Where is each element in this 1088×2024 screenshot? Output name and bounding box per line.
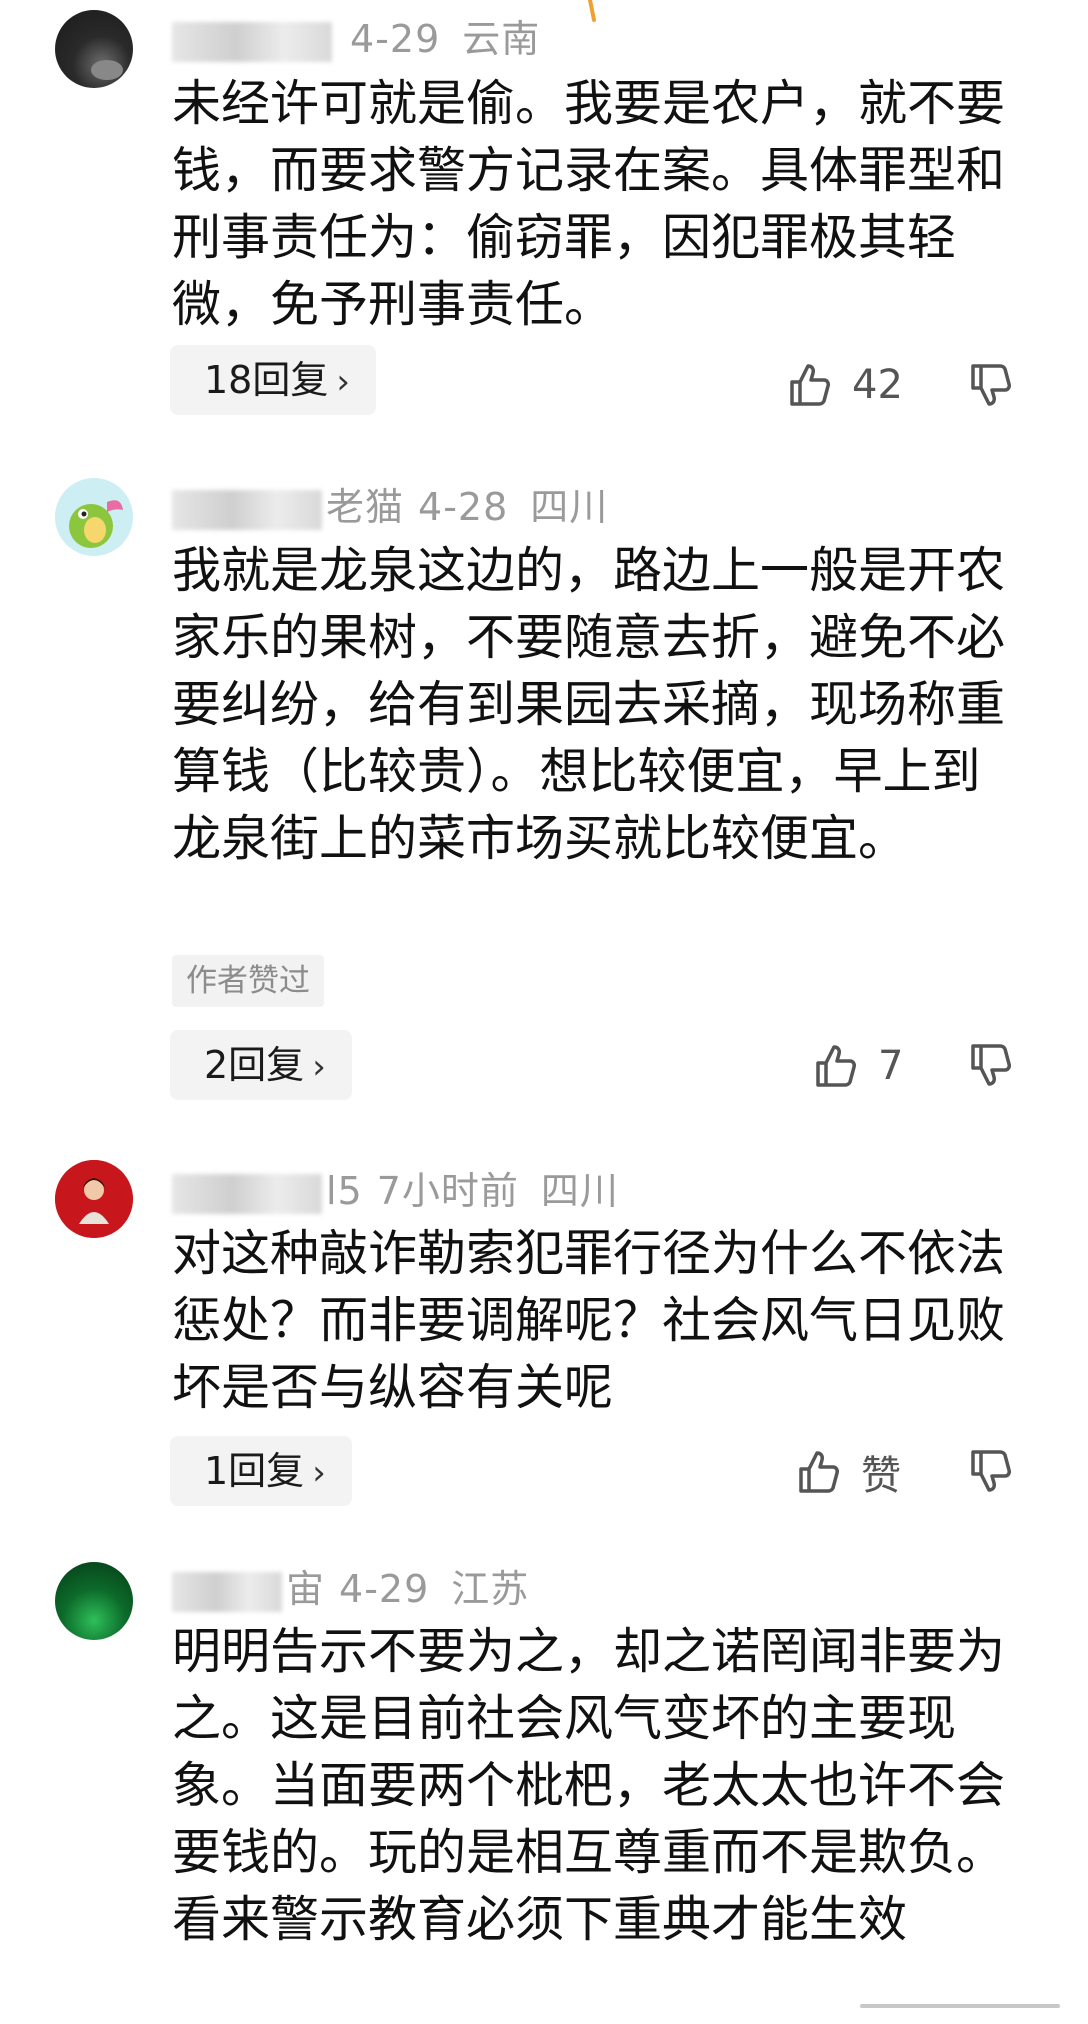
comment-region: 云南 [462, 17, 541, 61]
username-blur [172, 1571, 282, 1612]
reply-label: 18回复 [204, 358, 329, 402]
like-button[interactable]: 7 [810, 1036, 903, 1096]
like-button[interactable]: 42 [784, 355, 903, 415]
thumbs-down-icon [971, 364, 1011, 406]
comment-text: 我就是龙泉这边的，路边上一般是开农家乐的果树，不要随意去折，避免不必要纠纷，给有… [172, 542, 1006, 867]
chevron-right-icon: › [312, 1047, 326, 1087]
avatar[interactable] [55, 1562, 133, 1640]
comment-region: 四川 [530, 485, 609, 529]
thumbs-up-icon [799, 1451, 839, 1493]
like-count: 42 [852, 362, 903, 408]
avatar[interactable] [55, 478, 133, 556]
like-label: 赞 [861, 1453, 901, 1499]
username-blur [172, 489, 322, 530]
username[interactable]: l5 [326, 1169, 363, 1213]
like-count: 7 [878, 1043, 904, 1089]
comment-text: 未经许可就是偷。我要是农户，就不要钱，而要求警方记录在案。具体罪型和刑事责任为：… [172, 75, 1006, 333]
reply-button[interactable]: 18回复 › [170, 345, 376, 415]
thumbs-down-icon [971, 1450, 1011, 1492]
comment-text: 对这种敲诈勒索犯罪行径为什么不依法惩处？而非要调解呢？社会风气日见败坏是否与纵容… [172, 1225, 1006, 1416]
comment-meta: l5 7小时前 四川 [172, 1160, 641, 1215]
comment-region: 四川 [540, 1169, 619, 1213]
dislike-button[interactable] [965, 1446, 1015, 1496]
chevron-right-icon: › [312, 1453, 326, 1493]
username-blur [172, 1173, 322, 1214]
username[interactable]: 宙 [286, 1567, 325, 1611]
reply-button[interactable]: 1回复 › [170, 1436, 352, 1506]
avatar[interactable] [55, 1160, 133, 1238]
username[interactable]: 老猫 [326, 485, 404, 529]
reply-label: 2回复 [204, 1043, 305, 1087]
comment-date: 4-29 [339, 1567, 430, 1611]
reply-button[interactable]: 2回复 › [170, 1030, 352, 1100]
comment-date: 4-28 [418, 485, 509, 529]
thumbs-down-icon [971, 1044, 1011, 1086]
dislike-button[interactable] [965, 1040, 1015, 1090]
reply-label: 1回复 [204, 1449, 305, 1493]
comment-text: 明明告示不要为之，却之诺罔闻非要为之。这是目前社会风气变坏的主要现象。当面要两个… [172, 1623, 1006, 1948]
avatar[interactable] [55, 10, 133, 88]
dislike-button[interactable] [965, 360, 1015, 410]
thumbs-up-icon [816, 1045, 856, 1087]
comment-region: 江苏 [451, 1567, 530, 1611]
comment-date: 7小时前 [376, 1169, 519, 1213]
scroll-indicator [860, 2004, 1060, 2008]
accent-mark [588, 0, 598, 22]
chevron-right-icon: › [336, 362, 350, 402]
author-liked-badge: 作者赞过 [172, 955, 324, 1007]
like-button[interactable]: 赞 [793, 1442, 901, 1502]
comment-meta: 宙 4-29 江苏 [172, 1558, 551, 1613]
comment-meta: 老猫 4-28 四川 [172, 476, 630, 531]
thumbs-up-icon [790, 364, 830, 406]
comment-date: 4-29 [350, 17, 441, 61]
comment-meta: 4-29 云南 [172, 8, 562, 63]
username-blur [172, 21, 332, 62]
